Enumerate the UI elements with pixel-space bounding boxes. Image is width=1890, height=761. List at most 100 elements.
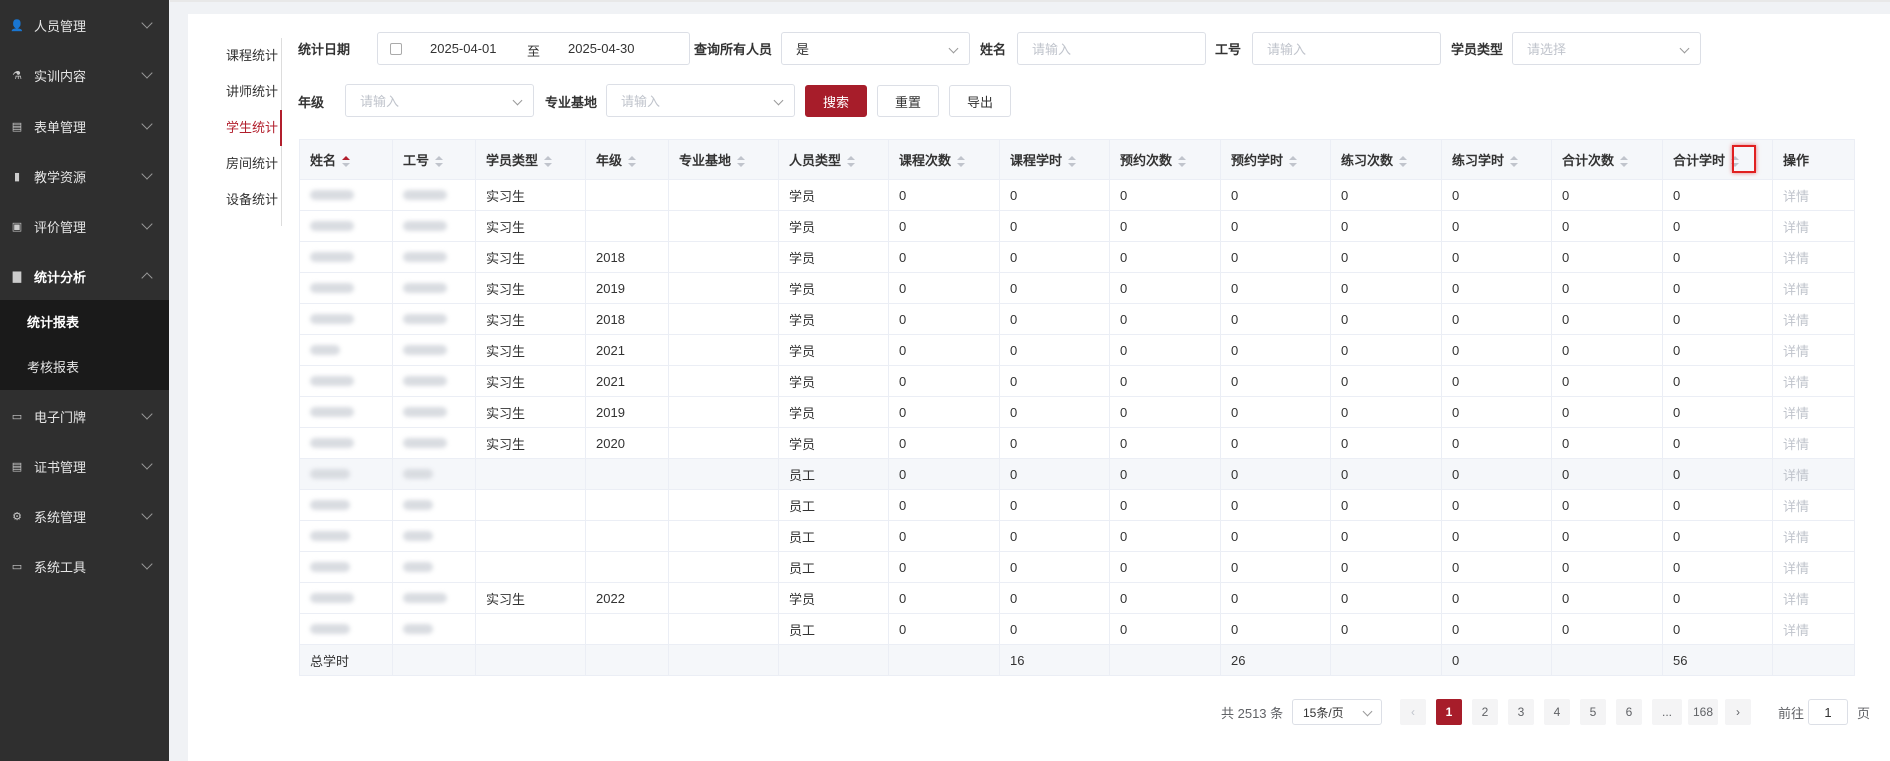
sidebar-item-4[interactable]: ▣ 评价管理: [0, 201, 169, 251]
sort-icon[interactable]: [342, 155, 351, 168]
column-header[interactable]: 年级: [585, 139, 669, 180]
total-empty-cell: [1772, 644, 1855, 676]
tab-0[interactable]: 课程统计: [216, 38, 281, 74]
detail-link[interactable]: 详情: [1772, 179, 1855, 211]
page-button[interactable]: 5: [1580, 699, 1606, 725]
detail-link[interactable]: 详情: [1772, 303, 1855, 335]
detail-link[interactable]: 详情: [1772, 365, 1855, 397]
stat-cell: 0: [1662, 520, 1773, 552]
sort-icon[interactable]: [957, 155, 966, 168]
export-button[interactable]: 导出: [949, 85, 1011, 117]
column-header[interactable]: 姓名: [299, 139, 393, 180]
sort-icon[interactable]: [435, 155, 444, 168]
column-header[interactable]: 练习学时: [1441, 139, 1552, 180]
detail-link[interactable]: 详情: [1772, 458, 1855, 490]
detail-link[interactable]: 详情: [1772, 427, 1855, 459]
sidebar-item-3[interactable]: ▮ 教学资源: [0, 151, 169, 201]
sidebar-item-9[interactable]: ▭ 系统工具: [0, 541, 169, 591]
sidebar-subitem-1[interactable]: 考核报表: [0, 345, 169, 390]
table-row: 实习生 2019 学员 0 0 0 0 0 0 0 0 详情: [299, 272, 1855, 304]
page-size-select[interactable]: 15条/页: [1292, 699, 1382, 725]
detail-link[interactable]: 详情: [1772, 396, 1855, 428]
detail-link[interactable]: 详情: [1772, 489, 1855, 521]
tab-4[interactable]: 设备统计: [216, 182, 281, 218]
sidebar-item-1[interactable]: ⚗ 实训内容: [0, 50, 169, 100]
next-page-button[interactable]: ›: [1725, 699, 1751, 725]
sort-icon[interactable]: [737, 155, 746, 168]
tab-3[interactable]: 房间统计: [216, 146, 281, 182]
sort-icon[interactable]: [1068, 155, 1077, 168]
stat-cell: 0: [1220, 582, 1331, 614]
name-input[interactable]: 请输入: [1017, 32, 1206, 65]
sort-icon[interactable]: [1399, 155, 1408, 168]
sidebar-item-5[interactable]: ▇ 统计分析: [0, 251, 169, 301]
detail-link[interactable]: 详情: [1772, 582, 1855, 614]
column-header[interactable]: 合计次数: [1551, 139, 1663, 180]
detail-link[interactable]: 详情: [1772, 613, 1855, 645]
detail-link[interactable]: 详情: [1772, 272, 1855, 304]
column-header[interactable]: 合计学时: [1662, 139, 1773, 180]
column-header[interactable]: 练习次数: [1330, 139, 1442, 180]
column-header[interactable]: 学员类型: [475, 139, 586, 180]
sidebar-subitem-0[interactable]: 统计报表: [0, 300, 169, 345]
stat-cell: 0: [999, 489, 1110, 521]
sidebar-item-2[interactable]: ▤ 表单管理: [0, 101, 169, 151]
column-header[interactable]: 课程学时: [999, 139, 1110, 180]
date-range-picker[interactable]: 2025-04-01 至 2025-04-30: [377, 32, 690, 65]
page-button[interactable]: 1: [1436, 699, 1462, 725]
column-header[interactable]: 预约学时: [1220, 139, 1331, 180]
sidebar-item-0[interactable]: 👤 人员管理: [0, 0, 169, 50]
sort-icon[interactable]: [847, 155, 856, 168]
page-button[interactable]: 3: [1508, 699, 1534, 725]
sidebar-item-7[interactable]: ▤ 证书管理: [0, 441, 169, 491]
column-header[interactable]: 预约次数: [1109, 139, 1221, 180]
search-button[interactable]: 搜索: [805, 85, 867, 117]
detail-link[interactable]: 详情: [1772, 551, 1855, 583]
tab-1[interactable]: 讲师统计: [216, 74, 281, 110]
stat-cell: 0: [1220, 365, 1331, 397]
sort-icon[interactable]: [1510, 155, 1519, 168]
column-header[interactable]: 专业基地: [668, 139, 779, 180]
sidebar-item-6[interactable]: ▭ 电子门牌: [0, 391, 169, 441]
sidebar-item-label: 人员管理: [34, 18, 87, 34]
page-ellipsis[interactable]: ...: [1652, 699, 1682, 725]
page-button[interactable]: 2: [1472, 699, 1498, 725]
query-all-select[interactable]: 是: [781, 32, 970, 65]
reset-button[interactable]: 重置: [877, 85, 939, 117]
total-empty-cell: [1109, 644, 1221, 676]
goto-page-input[interactable]: 1: [1808, 699, 1848, 725]
page-button[interactable]: 168: [1688, 699, 1718, 725]
sort-icon[interactable]: [1289, 155, 1298, 168]
redacted-name: [310, 344, 340, 355]
page-button[interactable]: 4: [1544, 699, 1570, 725]
student-type-select[interactable]: 请选择: [1512, 32, 1701, 65]
sort-icon[interactable]: [1620, 155, 1629, 168]
grade-select[interactable]: 请输入: [345, 84, 534, 117]
detail-link[interactable]: 详情: [1772, 334, 1855, 366]
redacted-name: [310, 499, 350, 510]
tab-2[interactable]: 学生统计: [216, 110, 282, 146]
sort-icon[interactable]: [544, 155, 553, 168]
staff-no-input[interactable]: 请输入: [1252, 32, 1441, 65]
page-button[interactable]: 6: [1616, 699, 1642, 725]
column-header-label: 专业基地: [679, 153, 732, 168]
sort-icon[interactable]: [1178, 155, 1187, 168]
stat-cell: 0: [1662, 334, 1773, 366]
column-header-label: 预约学时: [1231, 153, 1284, 168]
stat-cell: 0: [1220, 551, 1331, 583]
prev-page-button[interactable]: ‹: [1400, 699, 1426, 725]
stat-cell: 0: [1330, 272, 1442, 304]
detail-link[interactable]: 详情: [1772, 210, 1855, 242]
sidebar-item-8[interactable]: ⚙ 系统管理: [0, 491, 169, 541]
column-header[interactable]: 课程次数: [888, 139, 1000, 180]
base-cell: [668, 458, 779, 490]
column-header[interactable]: 人员类型: [778, 139, 889, 180]
detail-link[interactable]: 详情: [1772, 241, 1855, 273]
column-header[interactable]: 工号: [392, 139, 476, 180]
student-type-cell: [475, 613, 586, 645]
base-select[interactable]: 请输入: [606, 84, 795, 117]
sort-icon[interactable]: [628, 155, 637, 168]
stat-cell: 0: [999, 582, 1110, 614]
detail-link[interactable]: 详情: [1772, 520, 1855, 552]
stat-cell: 0: [999, 334, 1110, 366]
